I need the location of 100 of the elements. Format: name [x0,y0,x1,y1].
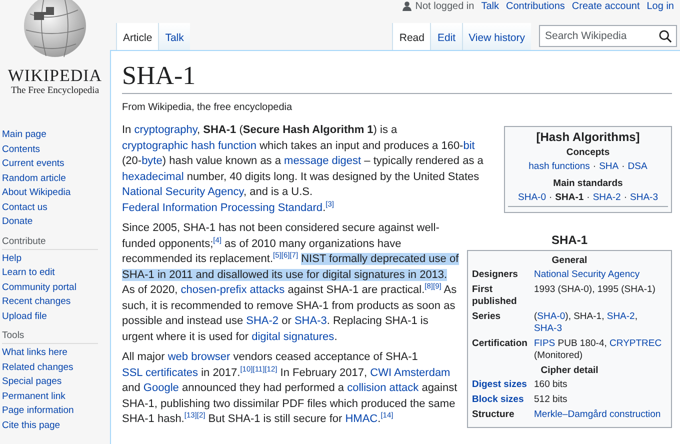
link[interactable]: National Security Agency [122,186,244,198]
navbox-title: [Hash Algorithms] [535,130,641,144]
link[interactable]: Merkle–Damgård construction [534,409,661,420]
infobox-value: 160 bits [534,379,568,391]
reference-link[interactable]: [9] [433,281,442,290]
link[interactable]: digital signatures [252,330,334,342]
tagline: The Free Encyclopedia [10,86,100,96]
link[interactable]: SSL certificates [122,366,198,378]
view-tab[interactable]: Read [392,23,430,50]
view-tab[interactable]: View history [462,23,531,50]
reference-link[interactable]: [11] [252,364,265,373]
link[interactable]: web browser [168,351,230,363]
reference-link[interactable]: [3] [326,198,334,208]
navbox-link[interactable]: SHA [599,161,619,172]
view-tab[interactable]: Edit [430,23,462,50]
link[interactable]: chosen-prefix attacks [180,284,285,296]
link[interactable]: Google [143,382,179,394]
reference-link[interactable]: [14] [380,410,394,420]
reference-link[interactable]: [12] [264,364,278,373]
reference-link[interactable]: [13] [184,410,197,420]
navbox-link[interactable]: SHA-3 [630,192,658,203]
link[interactable]: National Security Agency [534,269,640,280]
reference-link[interactable]: [8] [424,281,434,290]
reference-link[interactable]: [10] [240,364,253,373]
sidebar-link[interactable]: What links here [2,346,110,360]
sidebar-link[interactable]: Contents [2,142,110,157]
link[interactable]: hexadecimal [122,170,184,182]
sidebar-link[interactable]: Cite this page [2,418,110,433]
sidebar-link[interactable]: Related changes [2,360,110,375]
link[interactable]: bit [463,140,475,152]
navbox-heading: Main standards [552,178,624,189]
sidebar-link[interactable]: Special pages [2,375,110,390]
sidebar-link[interactable]: Upload file [2,310,110,324]
reference-link[interactable]: [6] [281,250,290,260]
infobox-value: (SHA-0), SHA-1, SHA-2, SHA-3 [534,311,638,335]
link[interactable]: FIPS [534,338,556,349]
infobox-label[interactable]: Block sizes [472,394,530,406]
link[interactable]: SHA-0 [537,311,566,322]
reference-link[interactable]: [7] [290,250,298,260]
sidebar-link[interactable]: Permanent link [2,390,110,404]
infobox-label: First published [472,284,518,308]
search-field[interactable]: Search Wikipedia [539,25,677,47]
infobox-label: Structure [472,409,516,421]
infobox-value: 512 bits [534,394,568,406]
sidebar-link[interactable]: Recent changes [2,295,110,310]
account-link[interactable]: Create account [572,0,640,12]
link[interactable]: SHA-2 [606,311,635,322]
sidebar-link[interactable]: Learn to edit [2,266,110,280]
infobox-value: FIPS PUB 180-4, CRYPTREC (Monitored) [534,338,663,362]
sidebar-link[interactable]: Random article [2,172,110,186]
sidebar-link[interactable]: Current events [2,157,110,172]
navbox-link[interactable]: SHA-1 [555,192,584,203]
sidebar-link[interactable]: Help [2,252,110,266]
reference-link[interactable]: [5] [273,250,282,260]
sidebar-link[interactable]: Donate [2,215,110,230]
reference-link[interactable]: [4] [213,234,222,244]
infobox-label: Certification [472,338,528,351]
paragraph: In cryptography, SHA-1 (Secure Hash Algorithm 1) is a cryptographic hash function which takes an input and produces a 160-bit (20-byte) hash value known as a message digest – typically rendered as a hexadecimal number, 40 digits long. It was designed by the United States National Security Agency, and is a U.S. Federal Information Processing Standard.$^{[3]}$ [122,123,484,216]
link[interactable]: HMAC [345,413,378,425]
user-icon [402,1,412,11]
link[interactable]: SHA-2 [246,315,279,327]
infobox-label[interactable]: Digest sizes [472,379,530,391]
link[interactable]: cryptography [134,124,198,136]
account-link[interactable]: Log in [646,0,674,12]
link[interactable]: SHA-3 [534,323,562,334]
article-subtitle: From Wikipedia, the free encyclopedia [122,102,294,113]
navbox-link[interactable]: SHA-0 [518,192,546,203]
link[interactable]: CWI Amsterdam [370,366,450,378]
infobox-header: Cipher detail [540,365,600,376]
link[interactable]: SHA-3 [294,315,327,327]
infobox-value: 1993 (SHA-0), 1995 (SHA-1) [534,284,656,297]
sidebar-link[interactable]: Community portal [2,280,110,295]
sidebar-heading: Tools [2,330,98,344]
page-tab[interactable]: Talk [158,23,190,50]
navbox-link[interactable]: hash functions [528,161,590,172]
sidebar-link[interactable]: Page information [2,404,110,418]
navbox-link[interactable]: SHA-2 [592,192,621,203]
account-link[interactable]: Contributions [506,0,565,12]
login-status: Not logged in [415,0,474,12]
link[interactable]: CRYPTREC [610,338,662,349]
navbox-heading: Concepts [565,147,611,158]
link[interactable]: Federal Information Processing Standard [122,202,323,214]
sidebar-link[interactable]: Main page [2,128,110,142]
page-tab[interactable]: Article [116,23,158,50]
sidebar-link[interactable]: About Wikipedia [2,186,110,200]
separator-dot: · [586,192,590,203]
navbox-link[interactable]: DSA [628,161,648,172]
separator-dot: · [622,161,625,172]
sidebar-link[interactable]: Contact us [2,200,110,215]
link[interactable]: message digest [284,155,362,167]
infobox-label: Designers [472,269,519,281]
link[interactable]: cryptographic hash function [122,140,257,152]
account-link[interactable]: Talk [481,0,499,12]
reference-link[interactable]: [2] [196,410,206,420]
wordmark[interactable]: WIKIPEDIA [8,66,102,86]
infobox-label: Series [472,311,502,324]
link[interactable]: collision attack [347,382,419,394]
separator-dot: · [624,192,627,203]
link[interactable]: byte [142,155,162,167]
separator-dot: · [592,161,596,172]
